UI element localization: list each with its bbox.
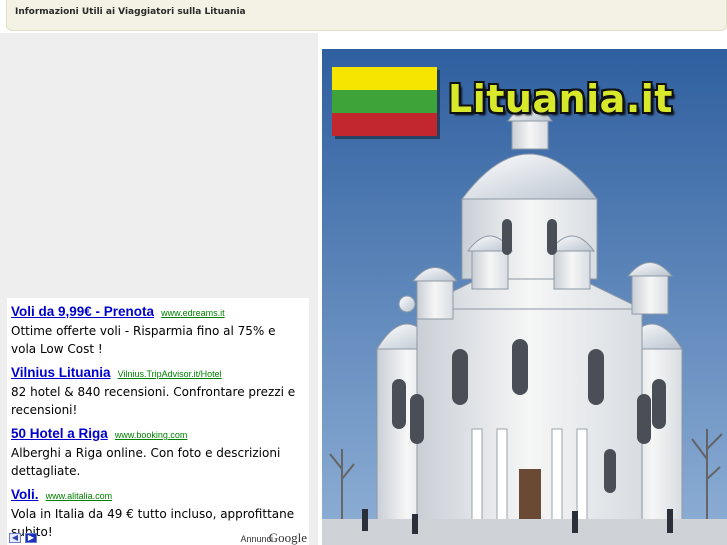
arrow-right-icon: ▶: [27, 533, 35, 542]
ad-footer: ◀ ▶ Annunci Google: [9, 530, 307, 545]
ad-title-link[interactable]: Voli da 9,99€ - Prenota: [11, 304, 154, 319]
arrow-left-icon: ◀: [11, 533, 19, 542]
ad-title-link[interactable]: Voli.: [11, 487, 39, 502]
lithuania-flag-icon: [332, 67, 440, 139]
next-ad-button[interactable]: ▶: [25, 533, 37, 543]
ad-url-link[interactable]: www.booking.com: [115, 430, 188, 440]
ad-description: Ottime offerte voli - Risparmia fino al …: [11, 324, 276, 356]
ad-box: Voli da 9,99€ - Prenota www.edreams.it O…: [7, 298, 309, 545]
ad-url-link[interactable]: www.alitalia.com: [46, 491, 113, 501]
ad-item: 50 Hotel a Riga www.booking.com Alberghi…: [11, 424, 305, 480]
site-logo-title: Lituania.it: [448, 77, 673, 121]
ad-item: Voli da 9,99€ - Prenota www.edreams.it O…: [11, 302, 305, 358]
google-logo[interactable]: Google: [269, 530, 307, 545]
ad-description: 82 hotel & 840 recensioni. Confrontare p…: [11, 385, 296, 417]
prev-ad-button[interactable]: ◀: [9, 533, 21, 543]
ad-url-link[interactable]: www.edreams.it: [161, 308, 225, 318]
ad-title-link[interactable]: 50 Hotel a Riga: [11, 426, 108, 441]
page-title: Informazioni Utili ai Viaggiatori sulla …: [15, 7, 246, 17]
ad-url-link[interactable]: Vilnius.TripAdvisor.it/Hotel: [118, 369, 222, 379]
ad-description: Alberghi a Riga online. Con foto e descr…: [11, 446, 281, 478]
hero-image: Lituania.it: [322, 49, 727, 545]
ad-item: Vilnius Lituania Vilnius.TripAdvisor.it/…: [11, 363, 305, 419]
ad-title-link[interactable]: Vilnius Lituania: [11, 365, 111, 380]
top-bar: Informazioni Utili ai Viaggiatori sulla …: [6, 0, 727, 31]
